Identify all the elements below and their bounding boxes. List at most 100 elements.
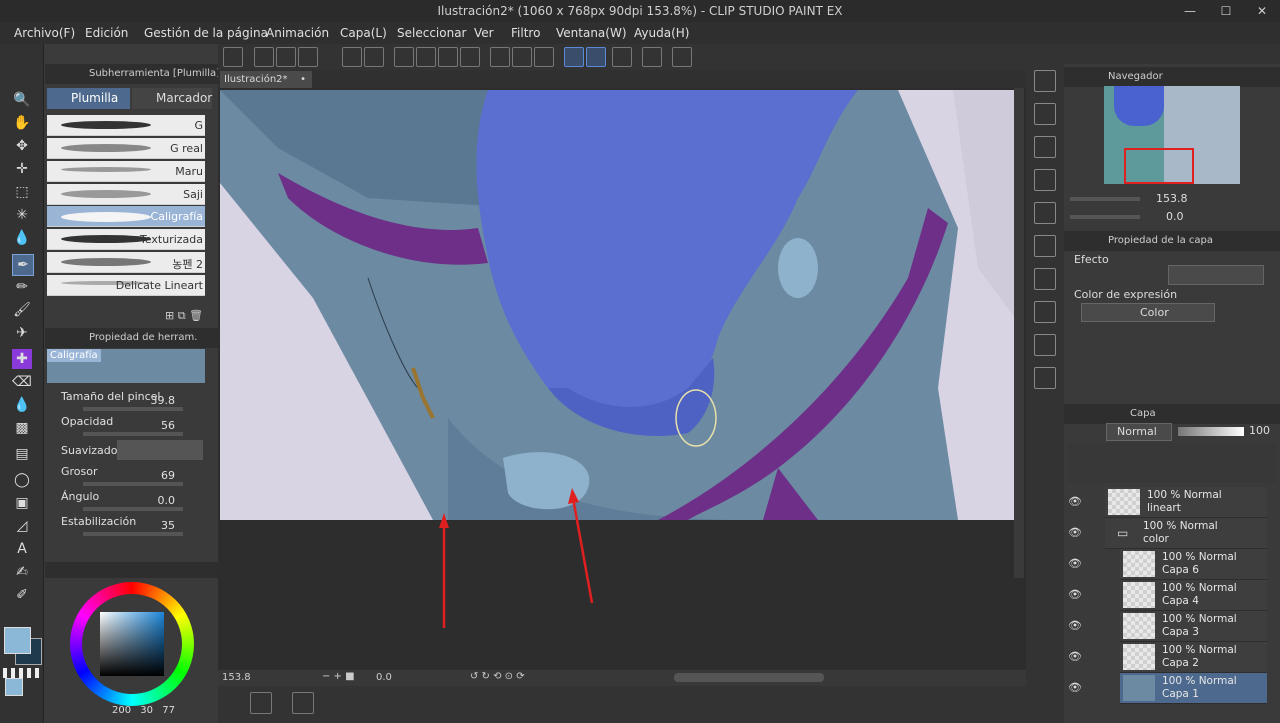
brush-item-texturizada[interactable]: Texturizada xyxy=(47,229,205,250)
brush-item-caligrafia[interactable]: Caligrafía xyxy=(47,206,205,227)
brush-list-actions[interactable]: ⊞ ⧉ 🗑 xyxy=(165,309,207,323)
maximize-button[interactable]: ☐ xyxy=(1208,0,1244,22)
brush-icon[interactable]: 🖌 xyxy=(12,300,32,320)
navigator-preview[interactable] xyxy=(1104,86,1240,184)
hand-icon[interactable]: ✋ xyxy=(12,113,32,133)
prop-slider[interactable] xyxy=(83,432,183,436)
effect-buttons[interactable] xyxy=(1168,265,1264,285)
prop-slider[interactable] xyxy=(83,507,183,511)
layer-toolbar[interactable] xyxy=(1068,443,1276,483)
frame-icon[interactable]: ▣ xyxy=(12,493,32,513)
prop-stabilization[interactable]: Estabilización 35 xyxy=(47,514,205,539)
text-icon[interactable]: A xyxy=(12,539,32,559)
material-icon[interactable] xyxy=(1034,136,1056,158)
menu-ventana[interactable]: Ventana(W) xyxy=(556,26,627,40)
visibility-eye-icon[interactable]: 👁 xyxy=(1068,496,1082,507)
layer-row[interactable]: 100 % Normal Capa 4 xyxy=(1120,580,1267,611)
layer-row[interactable]: 100 % Normal Capa 6 xyxy=(1120,549,1267,580)
prop-brush-size[interactable]: Tamaño del pincel 39.8 xyxy=(47,389,205,414)
material-icon[interactable] xyxy=(1034,202,1056,224)
save-icon[interactable] xyxy=(298,47,318,67)
eyedropper-icon[interactable]: 💧 xyxy=(12,228,32,248)
selection-tool-icon[interactable] xyxy=(490,47,510,67)
brush-item-maru[interactable]: Maru xyxy=(47,161,205,182)
brush-item-g[interactable]: G xyxy=(47,115,205,136)
expression-color-select[interactable]: Color xyxy=(1081,303,1215,322)
menu-archivo[interactable]: Archivo(F) xyxy=(14,26,75,40)
opacity-value[interactable]: 100 xyxy=(1249,424,1270,437)
menu-animacion[interactable]: Animación xyxy=(266,26,329,40)
snap-grid-icon[interactable] xyxy=(612,47,632,67)
snap-ruler-icon[interactable] xyxy=(564,47,584,67)
blend-mode-select[interactable]: Normal xyxy=(1106,423,1172,441)
prop-thickness[interactable]: Grosor 69 xyxy=(47,464,205,489)
brush-item-nongpen[interactable]: 농펜 2 xyxy=(47,252,205,273)
prop-smoothing[interactable]: Suavizado xyxy=(47,439,205,464)
pen-icon[interactable]: ✒ xyxy=(12,254,34,276)
material-icon[interactable] xyxy=(1034,268,1056,290)
layer-settings-icon[interactable] xyxy=(292,692,314,714)
prop-slider[interactable] xyxy=(83,532,183,536)
prop-slider[interactable] xyxy=(83,407,183,411)
invert-selection-icon[interactable] xyxy=(512,47,532,67)
folder-icon[interactable]: ▭ xyxy=(1117,526,1128,540)
rotation-value[interactable]: 0.0 xyxy=(376,672,392,683)
redo-icon[interactable] xyxy=(364,47,384,67)
tab-marcador[interactable]: Marcador xyxy=(132,88,212,109)
brush-item-saji[interactable]: Saji xyxy=(47,184,205,205)
visibility-eye-icon[interactable]: 👁 xyxy=(1068,589,1082,600)
menu-filtro[interactable]: Filtro xyxy=(511,26,540,40)
canvas-vscroll[interactable] xyxy=(1014,88,1024,578)
tab-plumilla[interactable]: Plumilla xyxy=(47,88,130,109)
blend-icon[interactable]: 💧 xyxy=(12,395,32,415)
figure-icon[interactable]: ◯ xyxy=(12,470,32,490)
visibility-eye-icon[interactable]: 👁 xyxy=(1068,651,1082,662)
sub-view-icon[interactable] xyxy=(1034,103,1056,125)
material-icon[interactable] xyxy=(1034,301,1056,323)
material-icon[interactable] xyxy=(1034,334,1056,356)
brush-item-delicate-lineart[interactable]: Delicate Lineart xyxy=(47,275,205,296)
rotation-controls[interactable]: ↺ ↻ ⟲ ⊙ ⟳ xyxy=(470,671,525,682)
material-icon[interactable] xyxy=(1034,235,1056,257)
menu-edicion[interactable]: Edición xyxy=(85,26,128,40)
menu-ver[interactable]: Ver xyxy=(474,26,494,40)
move-icon[interactable]: ✛ xyxy=(12,159,32,179)
airbrush-icon[interactable]: ✈ xyxy=(12,323,32,343)
layer-row[interactable]: 100 % Normal lineart xyxy=(1105,487,1267,518)
transform-icon[interactable] xyxy=(416,47,436,67)
prop-angle[interactable]: Ángulo 0.0 xyxy=(47,489,205,514)
clip-studio-icon[interactable] xyxy=(223,47,243,67)
menu-capa[interactable]: Capa(L) xyxy=(340,26,387,40)
eraser-icon[interactable]: ⌫ xyxy=(12,372,32,392)
decoration-icon[interactable]: ✚ xyxy=(12,349,32,369)
color-wheel[interactable] xyxy=(70,582,194,706)
ruler-icon[interactable]: ◿ xyxy=(12,516,32,536)
visibility-eye-icon[interactable]: 👁 xyxy=(1068,558,1082,569)
close-panel-icon[interactable] xyxy=(1034,367,1056,389)
move-layer-icon[interactable]: ✥ xyxy=(12,136,32,156)
companion-icon[interactable] xyxy=(642,47,662,67)
canvas-artwork[interactable] xyxy=(218,88,1026,670)
visibility-eye-icon[interactable]: 👁 xyxy=(1068,620,1082,631)
tab-ilustracion2[interactable]: Ilustración2* • xyxy=(220,71,312,88)
menu-gestion-pagina[interactable]: Gestión de la página xyxy=(144,26,268,40)
main-color-swatch[interactable] xyxy=(4,627,31,654)
search-icon[interactable] xyxy=(1034,70,1056,92)
undo-icon[interactable] xyxy=(342,47,362,67)
brush-item-g-real[interactable]: G real xyxy=(47,138,205,159)
smoothing-selector[interactable] xyxy=(117,440,203,460)
expand-icon[interactable] xyxy=(460,47,480,67)
snap-special-ruler-icon[interactable] xyxy=(586,47,606,67)
canvas-hscroll[interactable] xyxy=(674,673,824,682)
opacity-slider[interactable] xyxy=(1178,427,1244,436)
zoom-value[interactable]: 153.8 xyxy=(222,672,251,683)
selection-icon[interactable]: ⬚ xyxy=(12,182,32,202)
visibility-eye-icon[interactable]: 👁 xyxy=(1068,527,1082,538)
zoom-icon[interactable]: 🔍 xyxy=(12,90,32,110)
layer-row[interactable]: 100 % Normal Capa 3 xyxy=(1120,611,1267,642)
zoom-controls[interactable]: − + ■ xyxy=(322,671,355,682)
canvas-area[interactable] xyxy=(218,88,1026,670)
menu-ayuda[interactable]: Ayuda(H) xyxy=(634,26,689,40)
balloon-icon[interactable]: ✍ xyxy=(12,562,32,582)
gradient-icon[interactable]: ▤ xyxy=(12,444,32,464)
